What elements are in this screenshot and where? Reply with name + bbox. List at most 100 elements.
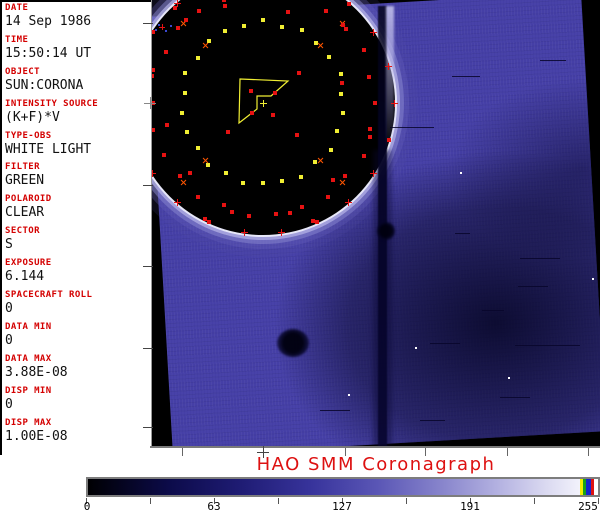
- fiducial-cross: [391, 100, 398, 107]
- fiducial-cross: [260, 100, 267, 107]
- field-value: 6.144: [5, 269, 152, 284]
- fiducial-dot: [329, 148, 333, 152]
- film-scratch: [320, 410, 350, 411]
- fiducial-dot: [297, 71, 301, 75]
- fiducial-dot: [373, 101, 377, 105]
- fiducial-dot: [230, 210, 234, 214]
- left-edge-tick: [143, 23, 153, 24]
- metadata-field: DATA MAX3.88E-08: [2, 353, 152, 385]
- field-value: GREEN: [5, 173, 152, 188]
- fiducial-dot: [315, 220, 319, 224]
- saturation-stripe: [591, 479, 594, 495]
- metadata-field: SECTORS: [2, 225, 152, 257]
- metadata-field: POLAROIDCLEAR: [2, 193, 152, 225]
- field-label: EXPOSURE: [5, 258, 152, 269]
- fiducial-dot: [203, 217, 207, 221]
- fiducial-dot: [196, 56, 200, 60]
- coronagraph-image-canvas: [152, 0, 600, 447]
- colorbar-tick: [406, 498, 407, 504]
- fiducial-dot: [185, 130, 189, 134]
- fiducial-dot: [271, 113, 275, 117]
- colorbar-tick: [150, 498, 151, 504]
- field-label: DISP MIN: [5, 386, 152, 397]
- fiducial-dot: [280, 25, 284, 29]
- fiducial-dot: [247, 214, 251, 218]
- dark-blob: [377, 222, 395, 240]
- fiducial-dot: [324, 9, 328, 13]
- bottom-edge-plus-mark: [257, 446, 269, 458]
- field-value: S: [5, 237, 152, 252]
- film-scratch: [390, 127, 434, 128]
- field-value: 0: [5, 301, 152, 316]
- glitch-pixel: [170, 25, 172, 27]
- field-label: SECTOR: [5, 226, 152, 237]
- fiducial-dot: [387, 138, 391, 142]
- field-value: WHITE LIGHT: [5, 142, 152, 157]
- film-scratch: [430, 343, 460, 344]
- film-scratch: [500, 397, 530, 398]
- fiducial-dot: [341, 23, 345, 27]
- film-scratch: [455, 233, 470, 234]
- fiducial-dot: [340, 81, 344, 85]
- metadata-field: DISP MAX1.00E-08: [2, 417, 152, 449]
- film-scratch: [540, 60, 566, 61]
- bright-speck: [508, 377, 510, 379]
- fiducial-dot: [299, 175, 303, 179]
- dark-blob: [277, 329, 309, 357]
- bottom-edge-tick: [588, 448, 589, 456]
- fiducial-cross: [159, 24, 165, 30]
- field-label: DATA MIN: [5, 322, 152, 333]
- left-edge-tick: [143, 427, 153, 428]
- colorbar-tick-label: 127: [332, 500, 352, 512]
- coronagraph-viewer-window: DATE14 Sep 1986TIME15:50:14 UTOBJECTSUN:…: [0, 0, 600, 512]
- fiducial-dot: [165, 123, 169, 127]
- edge-bright-streak: [386, 6, 394, 151]
- metadata-field: EXPOSURE6.144: [2, 257, 152, 289]
- fiducial-cross: [385, 63, 392, 70]
- field-label: SPACECRAFT ROLL: [5, 290, 152, 301]
- fiducial-dot: [224, 171, 228, 175]
- fiducial-dot: [311, 219, 315, 223]
- film-scratch: [518, 286, 548, 287]
- bright-speck: [415, 347, 417, 349]
- image-bottom-border: [150, 446, 600, 448]
- field-value: (K+F)*V: [5, 110, 152, 125]
- fiducial-dot: [241, 181, 245, 185]
- field-label: TIME: [5, 35, 152, 46]
- metadata-field: SPACECRAFT ROLL0: [2, 289, 152, 321]
- fiducial-dot: [152, 128, 155, 132]
- fiducial-dot: [261, 18, 265, 22]
- fiducial-dot: [223, 29, 227, 33]
- fiducial-dot: [222, 203, 226, 207]
- fiducial-dot: [273, 91, 277, 95]
- colorbar-tick-label: 0: [84, 500, 91, 512]
- left-edge-tick: [143, 348, 153, 349]
- fiducial-dot: [295, 133, 299, 137]
- fiducial-dot: [368, 127, 372, 131]
- fiducial-dot: [368, 135, 372, 139]
- glitch-pixel: [155, 29, 157, 31]
- field-value: 14 Sep 1986: [5, 14, 152, 29]
- field-label: DATE: [5, 3, 152, 14]
- fiducial-dot: [226, 130, 230, 134]
- fiducial-dot: [207, 220, 211, 224]
- fiducial-dot: [152, 74, 154, 78]
- fiducial-dot: [280, 179, 284, 183]
- field-value: 0: [5, 333, 152, 348]
- intensity-colorbar: [86, 477, 600, 497]
- fiducial-dot: [223, 4, 227, 8]
- metadata-field: TIME15:50:14 UT: [2, 34, 152, 66]
- colorbar-tick: [278, 498, 279, 504]
- fiducial-dot: [196, 195, 200, 199]
- fiducial-dot: [176, 26, 180, 30]
- bottom-edge-tick: [345, 448, 346, 456]
- fiducial-dot: [183, 91, 187, 95]
- fiducial-cross: [278, 229, 285, 236]
- bright-speck: [348, 394, 350, 396]
- film-scratch: [420, 420, 445, 421]
- field-label: INTENSITY SOURCE: [5, 99, 152, 110]
- metadata-field: DATA MIN0: [2, 321, 152, 353]
- field-label: OBJECT: [5, 67, 152, 78]
- fiducial-dot: [327, 55, 331, 59]
- fiducial-dot: [344, 27, 348, 31]
